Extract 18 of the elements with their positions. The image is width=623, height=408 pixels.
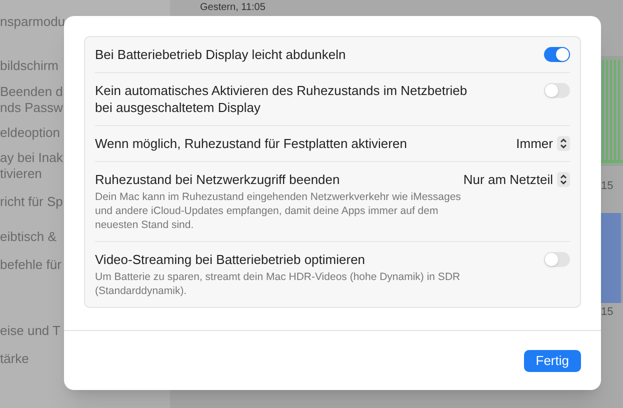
- timestamp: Gestern, 11:05: [200, 2, 266, 14]
- chevron-icon: [557, 136, 570, 151]
- axis-label: 15: [601, 179, 614, 194]
- setting-label: Ruhezustand bei Netzwerkzugriff beenden: [95, 171, 341, 188]
- done-button[interactable]: Fertig: [524, 350, 581, 372]
- setting-label: Bei Batteriebetrieb Display leicht abdunkeln: [95, 46, 347, 63]
- setting-description: Um Batterie zu sparen, streamt dein Mac HDR-Videos (hohe Dynamik) in SDR (Standarddynamik).: [95, 270, 462, 298]
- popup-button[interactable]: Immer: [516, 135, 570, 152]
- toggle-switch[interactable]: [544, 252, 570, 267]
- toggle-switch[interactable]: [544, 83, 570, 98]
- popup-button[interactable]: Nur am Netzteil: [463, 171, 570, 188]
- setting-label: Wenn möglich, Ruhezustand für Festplatten aktivieren: [95, 135, 408, 152]
- setting-label: Video-Streaming bei Batteriebetrieb optimieren: [95, 251, 366, 268]
- chevron-icon: [557, 172, 570, 187]
- setting-label: Kein automatisches Aktivieren des Ruhezustands im Netzbetrieb bei ausgeschaltetem Display: [95, 82, 468, 116]
- axis-label: 15: [601, 304, 614, 320]
- setting-description: Dein Mac kann im Ruhezustand eingehenden Netzwerkverkehr wie iMessages und andere iCloud-Updates empfangen, damit deine Apps immer auf dem neuesten Stand sind.: [95, 190, 462, 232]
- toggle-switch[interactable]: [544, 47, 570, 62]
